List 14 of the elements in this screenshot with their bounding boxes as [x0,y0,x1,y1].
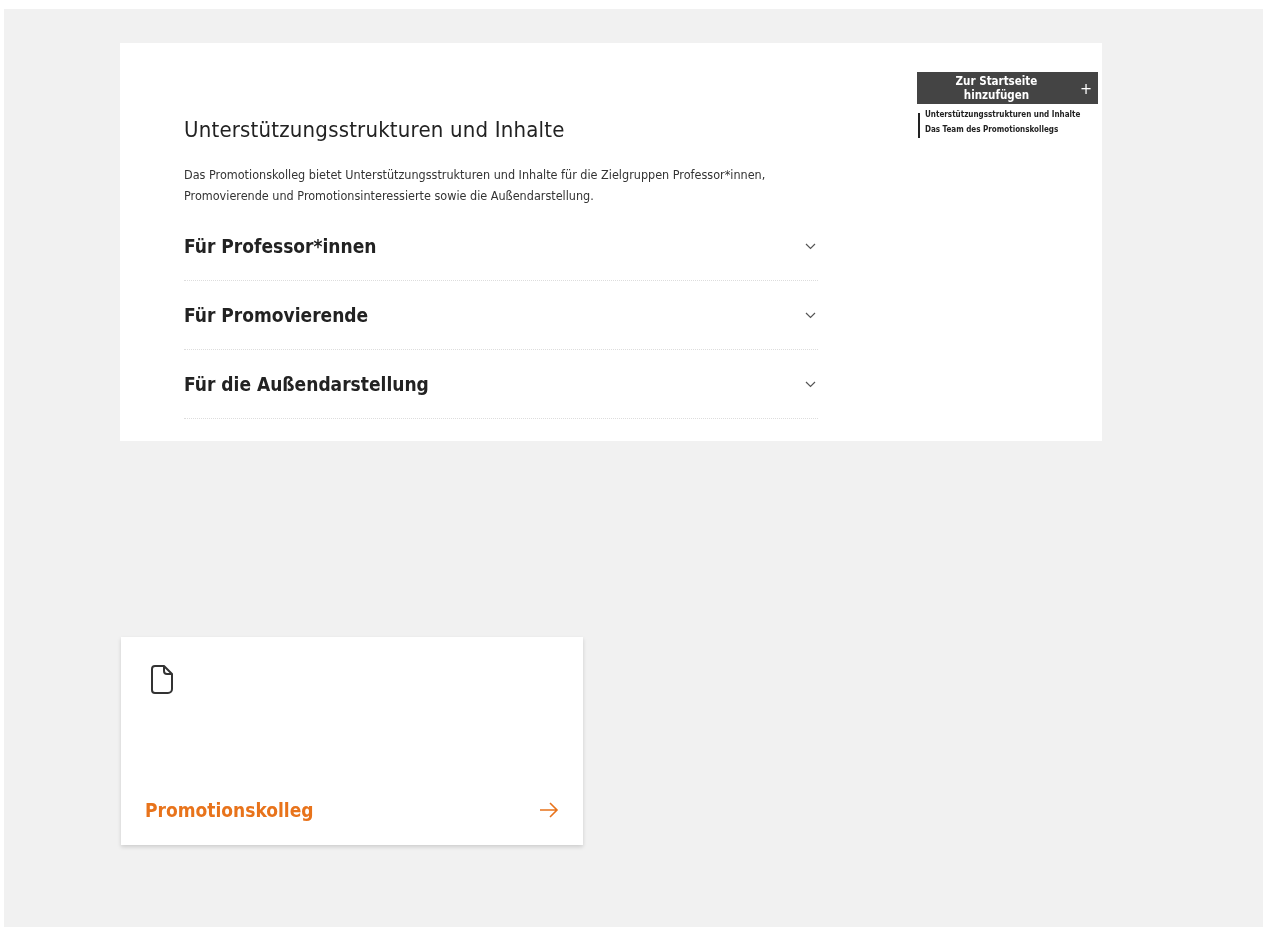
section-heading: Unterstützungsstrukturen und Inhalte [184,117,566,142]
accordion-item[interactable]: Für Professor*innen [184,212,818,281]
toc-link[interactable]: Das Team des Promotionskollegs [925,125,1098,134]
toc-link[interactable]: Unterstützungsstrukturen und Inhalte [925,110,1098,119]
add-to-homepage-button[interactable]: Zur Startseite hinzufügen + [917,72,1098,104]
accordion-item[interactable]: Für Promovierende [184,281,818,350]
arrow-right-icon [539,802,559,818]
card-title: Promotionskolleg [145,799,314,821]
document-icon [151,665,173,694]
chevron-icon [805,311,816,319]
accordion-item[interactable]: Für die Außendarstellung [184,350,818,419]
chevron-icon [805,242,816,250]
chevron-icon [805,380,816,388]
intro-paragraph: Das Promotionskolleg bietet Unterstützungsstrukturen und Inhalte für die Zielgruppen Professor*innen, Promovierende und Promotionsinteressierte sowie die Außendarstellung. [184,166,767,205]
